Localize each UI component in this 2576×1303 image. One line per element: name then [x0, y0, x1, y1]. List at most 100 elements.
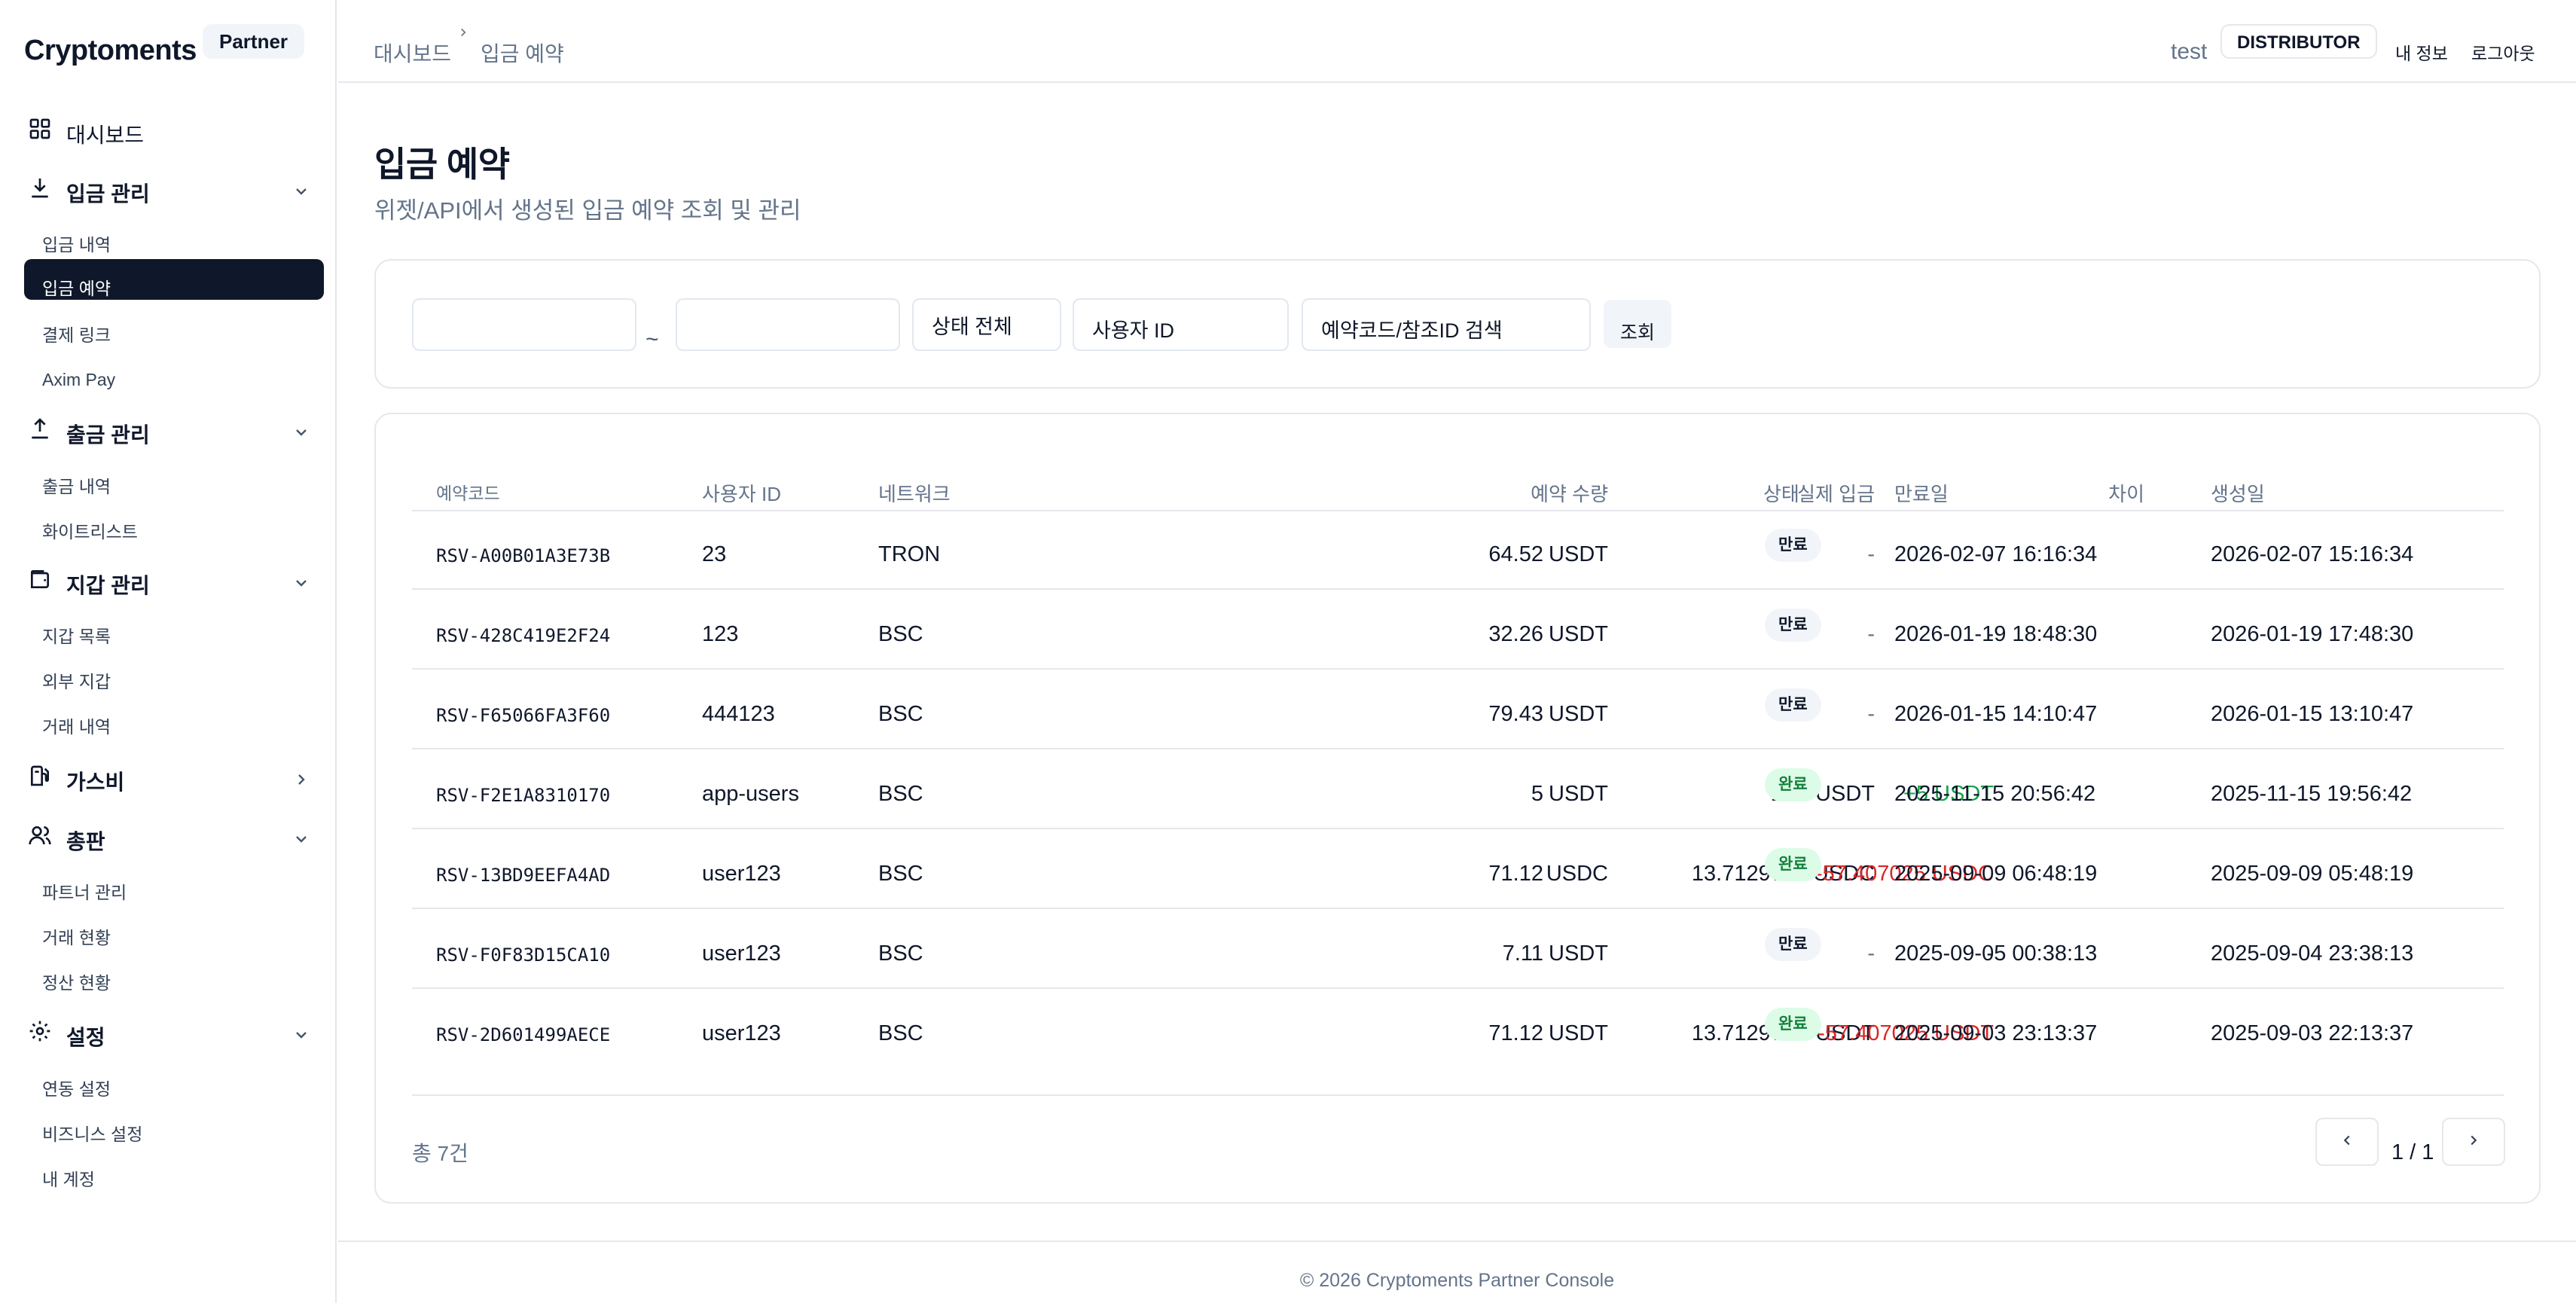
amount-unit: USDT [1549, 702, 1608, 726]
chevron-down-icon [292, 1026, 313, 1047]
chevron-right-icon [456, 26, 472, 41]
row-divider [412, 828, 2504, 829]
download-icon [27, 175, 53, 200]
upload-icon [27, 416, 53, 441]
page-subtitle: 위젯/API에서 생성된 입금 예약 조회 및 관리 [374, 197, 801, 224]
column-header: 상태 [1763, 483, 1799, 505]
date-to-input[interactable] [676, 298, 900, 351]
actual-unit: USDT [1815, 782, 1875, 806]
sidebar-item-business[interactable]: 비즈니스 설정 [24, 1112, 324, 1153]
sidebar-item-settlement-status[interactable]: 정산 현황 [24, 961, 324, 1002]
created-at: 2025-09-09 05:48:19 [2211, 862, 2414, 886]
sidebar-group-label: 설정 [66, 1026, 105, 1049]
reservation-code[interactable]: RSV-A00B01A3E73B [436, 545, 610, 566]
column-header: 예약 수량 [1531, 483, 1608, 505]
role-badge: DISTRIBUTOR [2220, 24, 2377, 59]
chevron-down-icon [292, 830, 313, 851]
reserved-amount: 7.11 [1502, 941, 1543, 966]
column-header: 사용자 ID [702, 483, 781, 505]
network: BSC [878, 1021, 923, 1045]
sidebar-item-partner-manage[interactable]: 파트너 관리 [24, 871, 324, 911]
amount-unit: USDT [1549, 542, 1608, 566]
expires-at: 2025-09-09 06:48:19 [1894, 862, 2098, 886]
reserved-amount: 71.12 [1488, 862, 1543, 886]
search-button[interactable]: 조회 [1604, 300, 1671, 348]
prev-page-button[interactable] [2315, 1118, 2379, 1166]
reservation-code[interactable]: RSV-F2E1A8310170 [436, 785, 610, 806]
user-id-input[interactable]: 사용자 ID [1073, 298, 1289, 351]
sidebar-item-axim-pay[interactable]: Axim Pay [24, 359, 324, 400]
sidebar-item-withdraw-history[interactable]: 출금 내역 [24, 465, 324, 505]
sidebar-item-trade-status[interactable]: 거래 현황 [24, 916, 324, 957]
sidebar-item-transactions[interactable]: 거래 내역 [24, 705, 324, 746]
expires-at: 2026-01-15 14:10:47 [1894, 702, 2098, 726]
reservation-code[interactable]: RSV-F0F83D15CA10 [436, 944, 610, 966]
status-badge: 만료 [1765, 688, 1821, 722]
user-id: 123 [702, 622, 739, 646]
expires-at: 2025-11-15 20:56:42 [1894, 782, 2096, 806]
sidebar-item-dashboard[interactable]: 대시보드 [27, 111, 313, 157]
footer: © 2026 Cryptoments Partner Console [1299, 1270, 1615, 1291]
reservation-code[interactable]: RSV-F65066FA3F60 [436, 705, 610, 726]
reservation-code[interactable]: RSV-13BD9EEFA4AD [436, 865, 610, 886]
reservation-table: 예약코드 사용자 ID 네트워크 예약 수량 실제 입금 차이 상태 만료일 생… [374, 413, 2541, 1204]
my-info-link[interactable]: 내 정보 [2395, 39, 2448, 65]
sidebar-item-external-wallet[interactable]: 외부 지갑 [24, 660, 324, 700]
row-divider [412, 908, 2504, 909]
reserved-amount: 79.43 [1488, 702, 1543, 726]
filter-panel: ~ 상태 전체 사용자 ID 예약코드/참조ID 검색 조회 [374, 259, 2541, 389]
user-id: app-users [702, 782, 799, 806]
amount-unit: USDT [1549, 782, 1608, 806]
users-icon [27, 822, 53, 848]
sidebar-group-withdraw[interactable]: 출금 관리 [27, 411, 313, 456]
sidebar-item-deposit-reservation[interactable]: 입금 예약 [24, 259, 324, 300]
status-badge: 만료 [1765, 529, 1821, 562]
date-from-input[interactable] [412, 298, 636, 351]
next-page-button[interactable] [2442, 1118, 2505, 1166]
reserved-amount: 71.12 [1488, 1021, 1543, 1045]
status-badge: 완료 [1765, 1008, 1821, 1041]
sidebar-item-whitelist[interactable]: 화이트리스트 [24, 510, 324, 551]
sidebar-item-label: 대시보드 [66, 124, 145, 147]
logout-link[interactable]: 로그아웃 [2471, 39, 2535, 65]
sidebar-group-settings[interactable]: 설정 [27, 1014, 313, 1059]
reserved-amount: 32.26 [1488, 622, 1543, 646]
reservation-code[interactable]: RSV-428C419E2F24 [436, 625, 610, 646]
status-badge: 완료 [1765, 768, 1821, 801]
sidebar-item-wallet-list[interactable]: 지갑 목록 [24, 615, 324, 655]
brand-logo[interactable]: Cryptoments [24, 35, 197, 67]
amount-unit: USDT [1549, 1021, 1608, 1045]
table-bottom-divider [412, 1094, 2504, 1096]
user-name: test [2171, 39, 2208, 64]
chevron-left-icon [2339, 1132, 2355, 1152]
total-count: 총 7건 [412, 1142, 469, 1165]
sidebar-group-wallet[interactable]: 지갑 관리 [27, 562, 313, 607]
sidebar-item-integration[interactable]: 연동 설정 [24, 1067, 324, 1108]
created-at: 2026-01-19 17:48:30 [2211, 622, 2414, 646]
partner-badge: Partner [203, 24, 305, 59]
date-range-separator: ~ [646, 327, 659, 352]
status-badge: 만료 [1765, 609, 1821, 642]
sidebar-group-gas[interactable]: 가스비 [27, 758, 313, 804]
amount-unit: USDC [1546, 862, 1608, 886]
sidebar-group-deposit[interactable]: 입금 관리 [27, 170, 313, 215]
column-header: 생성일 [2211, 483, 2265, 505]
reserved-amount: 64.52 [1488, 542, 1543, 566]
sidebar-group-label: 지갑 관리 [66, 574, 150, 597]
sidebar-item-deposit-history[interactable]: 입금 내역 [24, 223, 324, 264]
top-bar: 대시보드 입금 예약 test DISTRIBUTOR 내 정보 로그아웃 [338, 0, 2576, 83]
network: BSC [878, 862, 923, 886]
status-select[interactable]: 상태 전체 [912, 298, 1061, 351]
column-header: 만료일 [1894, 483, 1949, 505]
sidebar-item-payment-link[interactable]: 결제 링크 [24, 313, 324, 354]
breadcrumb-root[interactable]: 대시보드 [374, 38, 451, 68]
sidebar-group-reseller[interactable]: 총판 [27, 818, 313, 863]
user-id: 444123 [702, 702, 775, 726]
page-title: 입금 예약 [374, 145, 510, 184]
search-input[interactable]: 예약코드/참조ID 검색 [1302, 298, 1591, 351]
actual-amount: - [1867, 622, 1875, 646]
status-badge: 완료 [1765, 848, 1821, 881]
sidebar-item-my-account[interactable]: 내 계정 [24, 1158, 324, 1198]
reservation-code[interactable]: RSV-2D601499AECE [436, 1024, 610, 1045]
user-id: user123 [702, 1021, 781, 1045]
